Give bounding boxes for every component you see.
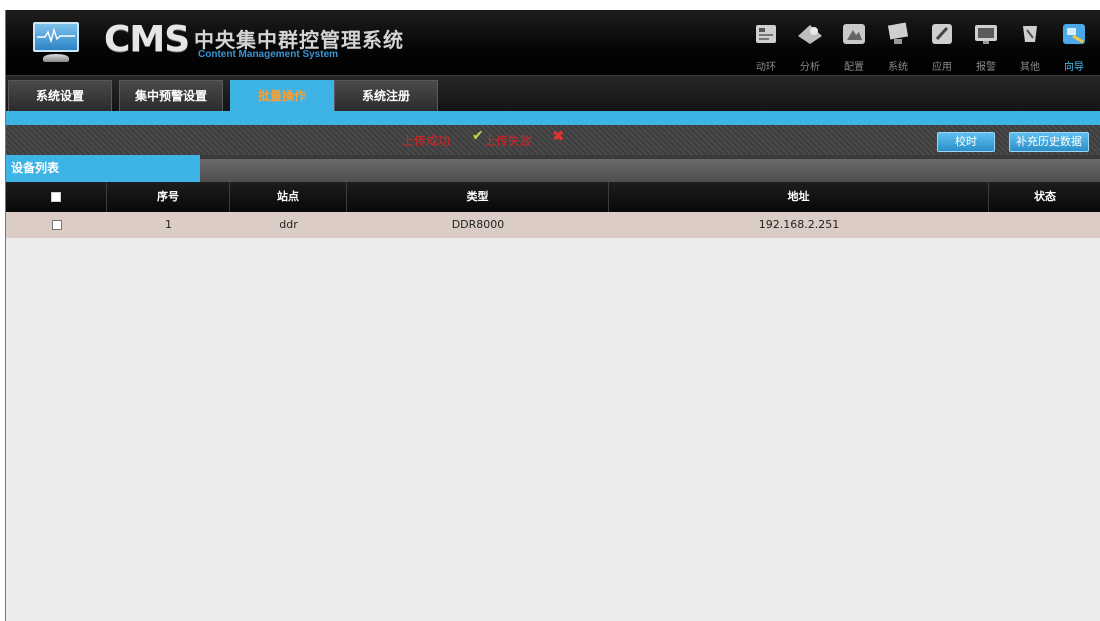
row-checkbox[interactable] bbox=[51, 220, 62, 230]
section-title-device-list: 设备列表 bbox=[6, 155, 200, 182]
logo-cms: CMS bbox=[104, 19, 190, 60]
status-bar: 上传成功 ✔ 上传失败 ✖ 校时 补充历史数据 bbox=[6, 125, 1100, 155]
section-header: 设备列表 bbox=[6, 155, 1100, 182]
table-row[interactable]: 1 ddr DDR8000 192.168.2.251 bbox=[6, 212, 1100, 238]
cell-type: DDR8000 bbox=[451, 218, 505, 231]
column-header-type[interactable]: 类型 bbox=[347, 182, 609, 212]
topnav-item-wizard[interactable]: 向导 bbox=[1052, 10, 1096, 75]
config-icon bbox=[843, 24, 865, 44]
tab-bar: 系统设置 集中预警设置 批量操作 系统注册 bbox=[6, 75, 1100, 112]
tab-underline-bar bbox=[6, 111, 1100, 125]
column-header-status[interactable]: 状态 bbox=[989, 182, 1100, 212]
application-icon bbox=[932, 24, 952, 44]
topnav-label: 配置 bbox=[844, 62, 864, 73]
topnav-item-analysis[interactable]: 分析 bbox=[788, 10, 832, 75]
check-icon: ✔ bbox=[472, 128, 484, 144]
tab-central-alert-settings[interactable]: 集中预警设置 bbox=[119, 80, 223, 112]
column-header-index[interactable]: 序号 bbox=[107, 182, 230, 212]
other-icon bbox=[1023, 26, 1037, 42]
table-header: 序号 站点 类型 地址 状态 bbox=[6, 182, 1100, 212]
upload-success-label: 上传成功 bbox=[402, 134, 451, 148]
monitor-logo-icon bbox=[31, 20, 83, 64]
topnav-item-system[interactable]: 系统 bbox=[876, 10, 920, 75]
column-header-site[interactable]: 站点 bbox=[230, 182, 347, 212]
sync-time-button[interactable]: 校时 bbox=[937, 132, 995, 152]
topnav-label: 其他 bbox=[1020, 62, 1040, 73]
header: CMS 中央集中群控管理系统 Content Management System… bbox=[6, 10, 1100, 75]
select-all-checkbox[interactable] bbox=[51, 192, 61, 202]
topnav-label: 分析 bbox=[800, 62, 820, 73]
app-window: CMS 中央集中群控管理系统 Content Management System… bbox=[5, 10, 1100, 621]
cell-site: ddr bbox=[279, 218, 298, 231]
select-all-cell bbox=[6, 182, 107, 212]
wizard-icon bbox=[1063, 24, 1085, 44]
topnav-item-application[interactable]: 应用 bbox=[920, 10, 964, 75]
cell-status bbox=[989, 212, 1100, 238]
topnav-label: 向导 bbox=[1064, 62, 1084, 73]
topnav-label: 动环 bbox=[756, 62, 776, 73]
cell-address: 192.168.2.251 bbox=[758, 218, 840, 231]
top-navigation: 动环 分析 配置 系统 应用 报警 其他 向导 bbox=[744, 10, 1096, 75]
supplement-history-button[interactable]: 补充历史数据 bbox=[1009, 132, 1089, 152]
topnav-item-alarm[interactable]: 报警 bbox=[964, 10, 1008, 75]
topnav-item-other[interactable]: 其他 bbox=[1008, 10, 1052, 75]
row-select-cell bbox=[6, 212, 107, 238]
analysis-icon bbox=[798, 25, 822, 44]
topnav-label: 报警 bbox=[976, 62, 996, 73]
cross-icon: ✖ bbox=[552, 127, 565, 145]
tab-system-registration[interactable]: 系统注册 bbox=[334, 80, 438, 112]
topnav-item-config[interactable]: 配置 bbox=[832, 10, 876, 75]
tab-system-settings[interactable]: 系统设置 bbox=[8, 80, 112, 112]
upload-failure-label: 上传失败 bbox=[484, 134, 533, 148]
cell-index: 1 bbox=[165, 218, 172, 231]
column-header-address[interactable]: 地址 bbox=[609, 182, 989, 212]
topnav-item-monitor[interactable]: 动环 bbox=[744, 10, 788, 75]
topnav-label: 应用 bbox=[932, 62, 952, 73]
system-icon bbox=[887, 22, 909, 44]
monitor-panel-icon bbox=[756, 25, 776, 43]
tab-batch-operations[interactable]: 批量操作 bbox=[230, 80, 334, 112]
section-header-fill bbox=[200, 159, 1100, 182]
alarm-icon bbox=[975, 25, 997, 44]
topnav-label: 系统 bbox=[888, 62, 908, 73]
logo-title-en: Content Management System bbox=[198, 49, 339, 60]
